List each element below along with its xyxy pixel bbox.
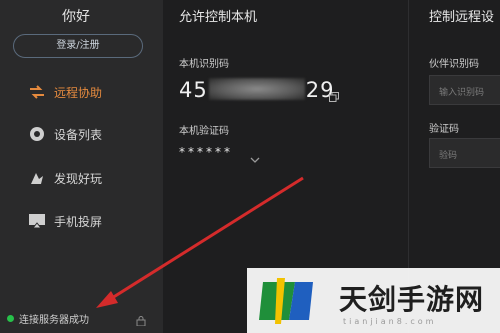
watermark-text: 天剑手游网: [339, 283, 485, 316]
watermark-logo-icon: [259, 278, 313, 324]
watermark: 天剑手游网 tianjian8.com: [247, 268, 500, 333]
watermark-url: tianjian8.com: [343, 317, 437, 326]
